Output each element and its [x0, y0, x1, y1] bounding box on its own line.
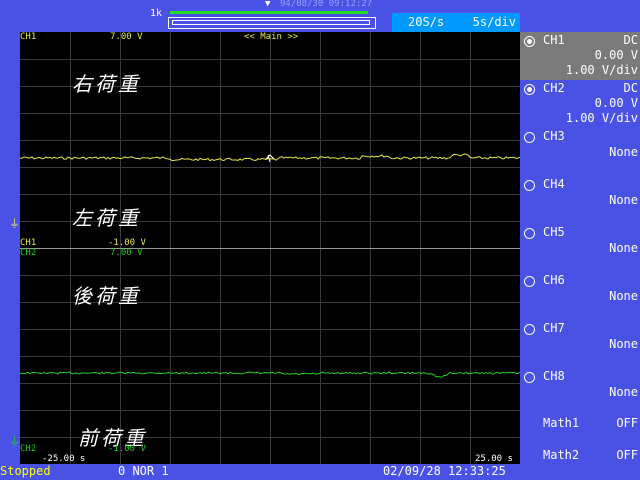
waveform-traces: [20, 153, 520, 378]
ch4-setting[interactable]: CH4 None: [520, 176, 640, 224]
math1-state: OFF: [616, 416, 638, 430]
acquisition-mode: 0 NOR 1: [118, 464, 169, 478]
run-status: Stopped: [0, 464, 51, 478]
ch8-setting[interactable]: CH8 None: [520, 368, 640, 416]
ch5-name: CH5: [543, 225, 565, 239]
timestamp: 02/09/28 12:33:25: [383, 464, 506, 478]
ch5-radio-icon[interactable]: [524, 228, 535, 239]
record-position-bar: [170, 11, 368, 14]
trigger-point-marker: [265, 154, 275, 163]
ch1-radio-icon[interactable]: [524, 36, 535, 47]
ch3-setting[interactable]: CH3 None: [520, 128, 640, 176]
ch4-radio-icon[interactable]: [524, 180, 535, 191]
trigger-position-marker[interactable]: ▼: [265, 0, 270, 9]
ch7-state: None: [609, 337, 638, 351]
ch3-radio-icon[interactable]: [524, 132, 535, 143]
ch7-setting[interactable]: CH7 None: [520, 320, 640, 368]
sample-rate: 20S/s: [408, 15, 445, 29]
ch3-state: None: [609, 145, 638, 159]
ch3-name: CH3: [543, 129, 565, 143]
status-bar: Stopped 0 NOR 1 02/09/28 12:33:25: [0, 464, 640, 480]
capture-date: 94/08/30 09:12:27: [280, 0, 373, 9]
ch4-state: None: [609, 193, 638, 207]
ch1-offset: 0.00 V: [594, 48, 638, 62]
zoom-window-box[interactable]: [168, 17, 376, 29]
ch2-ground-marker[interactable]: ⏚: [9, 433, 20, 449]
ch2-radio-icon[interactable]: [524, 84, 535, 95]
ch8-name: CH8: [543, 369, 565, 383]
ch1-vdiv: 1.00 V/div: [565, 63, 638, 77]
ch7-radio-icon[interactable]: [524, 324, 535, 335]
math2-state: OFF: [616, 448, 638, 462]
ch2-offset: 0.00 V: [594, 96, 638, 110]
ch1-coupling: DC: [623, 33, 638, 47]
ch6-name: CH6: [543, 273, 565, 287]
ch6-radio-icon[interactable]: [524, 276, 535, 287]
ch6-state: None: [609, 289, 638, 303]
ch2-name: CH2: [543, 81, 565, 95]
math2-name: Math2: [543, 448, 580, 462]
ch5-state: None: [609, 241, 638, 255]
ch8-state: None: [609, 385, 638, 399]
waveform-screen[interactable]: CH1 7.00 V << Main >> 右荷重 左荷重 CH1 -1.00 …: [20, 32, 520, 464]
ch2-coupling: DC: [623, 81, 638, 95]
channel-panel: CH1 DC 0.00 V 1.00 V/div CH2 DC 0.00 V 1…: [520, 32, 640, 480]
ch4-name: CH4: [543, 177, 565, 191]
time-per-div: 5s/div: [472, 15, 516, 29]
ch5-setting[interactable]: CH5 None: [520, 224, 640, 272]
ch1-ground-marker[interactable]: ⏚: [9, 215, 20, 231]
ch6-setting[interactable]: CH6 None: [520, 272, 640, 320]
math1-name: Math1: [543, 416, 580, 430]
ch7-name: CH7: [543, 321, 565, 335]
timebase-box[interactable]: 20S/s 5s/div: [392, 13, 520, 32]
ch1-setting[interactable]: CH1 DC 0.00 V 1.00 V/div: [520, 32, 640, 80]
ch8-radio-icon[interactable]: [524, 372, 535, 383]
ch1-name: CH1: [543, 33, 565, 47]
record-length: 1k: [150, 8, 163, 19]
ch2-setting[interactable]: CH2 DC 0.00 V 1.00 V/div: [520, 80, 640, 128]
ch2-vdiv: 1.00 V/div: [565, 111, 638, 125]
ch2-trace: [20, 371, 520, 378]
